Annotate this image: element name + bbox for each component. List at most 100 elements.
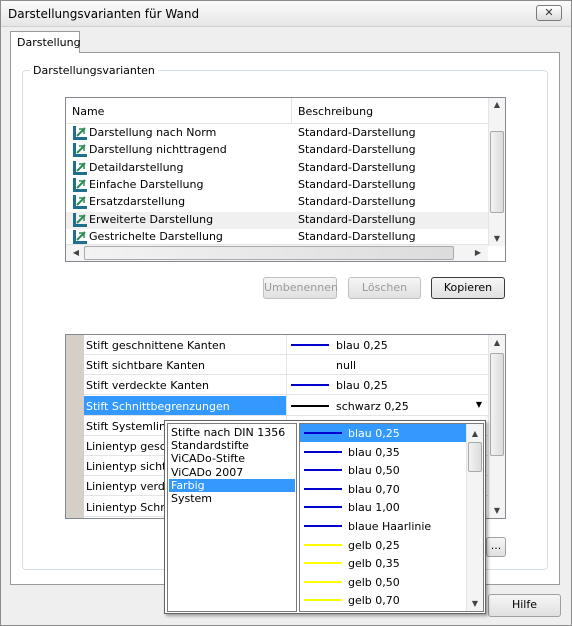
pen-label: blau 1,00	[348, 501, 400, 515]
help-button[interactable]: Hilfe	[488, 594, 561, 617]
pen-line-swatch	[304, 562, 342, 565]
pen-group-item[interactable]: System	[169, 492, 295, 505]
property-name: Stift geschnittene Kanten	[86, 339, 226, 352]
pen-dropdown-popup[interactable]: Stifte nach DIN 1356 Standardstifte ViCADo…	[164, 420, 486, 614]
scroll-up-icon[interactable]: ▲	[489, 338, 505, 347]
property-row[interactable]: Stift Schnittbegrenzungen schwarz 0,25 ▼	[84, 395, 488, 416]
scroll-up-icon[interactable]: ▲	[467, 429, 483, 438]
variant-name: Darstellung nach Norm	[89, 126, 217, 139]
pen-line-swatch	[291, 384, 329, 387]
pen-group-item[interactable]: Farbig	[169, 478, 295, 492]
pen-item[interactable]: gelb 0,25	[300, 536, 466, 554]
scroll-down-icon[interactable]: ▼	[489, 506, 505, 515]
wall-variant-icon	[73, 143, 87, 158]
pen-group-item[interactable]: ViCADo-Stifte	[169, 452, 295, 465]
pen-label: blau 0,25	[348, 427, 400, 440]
property-value[interactable]: schwarz 0,25 ▼	[286, 395, 488, 415]
pen-item[interactable]: gelb 0,50	[300, 573, 466, 591]
pen-group-item[interactable]: Stifte nach DIN 1356	[169, 426, 295, 439]
property-name: Linientyp sichtb	[86, 460, 174, 474]
wall-variant-icon	[73, 229, 87, 244]
property-value-text: blau 0,25	[336, 339, 388, 352]
close-button[interactable]: ✕	[536, 5, 562, 21]
scroll-thumb[interactable]	[468, 442, 482, 472]
column-header-name[interactable]: Name	[72, 105, 104, 118]
delete-button[interactable]: Löschen	[348, 277, 421, 299]
property-value-text: schwarz 0,25	[336, 399, 409, 413]
pen-item[interactable]: blau 0,50	[300, 461, 466, 479]
variant-name: Erweiterte Darstellung	[89, 212, 214, 226]
variant-name: Gestrichelte Darstellung	[89, 229, 223, 243]
chevron-down-icon[interactable]: ▼	[476, 400, 482, 409]
pen-item[interactable]: blau 0,70	[300, 480, 466, 498]
wall-variant-icon	[73, 177, 87, 192]
column-header-description[interactable]: Beschreibung	[298, 105, 373, 118]
pen-group-item[interactable]: Standardstifte	[169, 439, 295, 452]
group-label: Darstellungsvarianten	[30, 64, 158, 77]
variant-description: Standard-Darstellung	[298, 212, 416, 226]
variant-name: Ersatzdarstellung	[89, 195, 186, 209]
pen-item[interactable]: blau 0,25	[300, 424, 466, 442]
pen-list-scrollbar[interactable]: ▲ ▼	[466, 424, 483, 611]
list-horizontal-scrollbar[interactable]: ◀ ▶	[66, 244, 488, 261]
scroll-up-icon[interactable]: ▲	[489, 100, 505, 109]
property-value[interactable]: blau 0,25	[286, 335, 488, 354]
pen-line-swatch	[304, 450, 342, 453]
hscroll-thumb[interactable]	[84, 246, 454, 260]
pen-line-swatch	[304, 469, 342, 472]
pen-item[interactable]: blaue Haarlinie	[300, 517, 466, 535]
property-value-text: blau 0,25	[336, 379, 388, 393]
pen-item[interactable]: gelb 0,70	[300, 591, 466, 609]
pen-item[interactable]: blau 0,35	[300, 443, 466, 461]
table-row[interactable]: Ersatzdarstellung Standard-Darstellung	[66, 194, 488, 211]
property-name: Stift Schnittbegrenzungen	[84, 395, 286, 415]
window-title: Darstellungsvarianten für Wand	[8, 7, 200, 21]
variant-name: Detaildarstellung	[89, 160, 184, 174]
pen-label: blau 0,50	[348, 464, 400, 478]
scroll-left-icon[interactable]: ◀	[68, 248, 84, 257]
pen-label: gelb 0,35	[348, 557, 400, 571]
property-row[interactable]: Stift sichtbare Kanten null	[84, 355, 488, 376]
pen-line-swatch	[291, 404, 329, 407]
pen-item[interactable]: gelb 0,35	[300, 554, 466, 572]
property-name: Stift Systemlinie	[86, 419, 176, 433]
wall-variant-icon	[73, 195, 87, 210]
property-scrollbar[interactable]: ▲ ▼	[488, 335, 505, 518]
table-row[interactable]: Darstellung nach Norm Standard-Darstellun…	[66, 125, 488, 142]
list-vertical-scrollbar[interactable]: ▲ ▼	[488, 98, 505, 246]
tab-label: Darstellung	[17, 36, 81, 49]
pen-group-item[interactable]: ViCADo 2007	[169, 466, 295, 479]
title-bar: Darstellungsvarianten für Wand ✕	[1, 1, 571, 27]
tab-darstellung[interactable]: Darstellung	[10, 31, 81, 53]
pen-item[interactable]: blau 1,00	[300, 498, 466, 516]
scroll-right-icon[interactable]: ▶	[470, 248, 486, 257]
rename-button[interactable]: Umbenennen	[263, 277, 338, 299]
table-row[interactable]: Erweiterte Darstellung Standard-Darstellu…	[66, 211, 488, 229]
table-row[interactable]: Einfache Darstellung Standard-Darstellung	[66, 177, 488, 194]
pen-line-swatch	[304, 432, 342, 434]
copy-button[interactable]: Kopieren	[431, 277, 505, 299]
pen-group-list[interactable]: Stifte nach DIN 1356 Standardstifte ViCADo…	[167, 423, 297, 612]
scroll-down-icon[interactable]: ▼	[467, 599, 483, 608]
pen-label: gelb 0,25	[348, 538, 400, 552]
variants-list[interactable]: Name Beschreibung Darstellung nach Norm S…	[65, 97, 506, 262]
property-value-text: null	[336, 359, 357, 373]
scroll-thumb[interactable]	[490, 353, 504, 456]
property-row[interactable]: Stift geschnittene Kanten blau 0,25	[84, 335, 488, 355]
pen-label: blau 0,35	[348, 445, 400, 459]
more-button[interactable]: ...	[486, 537, 506, 557]
pen-line-swatch	[304, 525, 342, 527]
pen-list[interactable]: blau 0,25 blau 0,35 blau 0,50 blau 0,70 blau…	[299, 423, 484, 612]
property-row[interactable]: Stift verdeckte Kanten blau 0,25	[84, 375, 488, 396]
property-value[interactable]: null	[286, 355, 488, 375]
table-row[interactable]: Detaildarstellung Standard-Darstellung	[66, 160, 488, 177]
scroll-thumb[interactable]	[490, 131, 504, 213]
column-separator[interactable]	[291, 98, 292, 123]
scroll-down-icon[interactable]: ▼	[489, 234, 505, 243]
variant-description: Standard-Darstellung	[298, 143, 416, 157]
property-value[interactable]: blau 0,25	[286, 375, 488, 395]
table-row[interactable]: Darstellung nichttragend Standard-Darstel…	[66, 142, 488, 159]
wall-variant-icon	[73, 212, 87, 227]
pen-line-swatch	[304, 543, 342, 546]
pen-line-swatch	[304, 599, 342, 602]
